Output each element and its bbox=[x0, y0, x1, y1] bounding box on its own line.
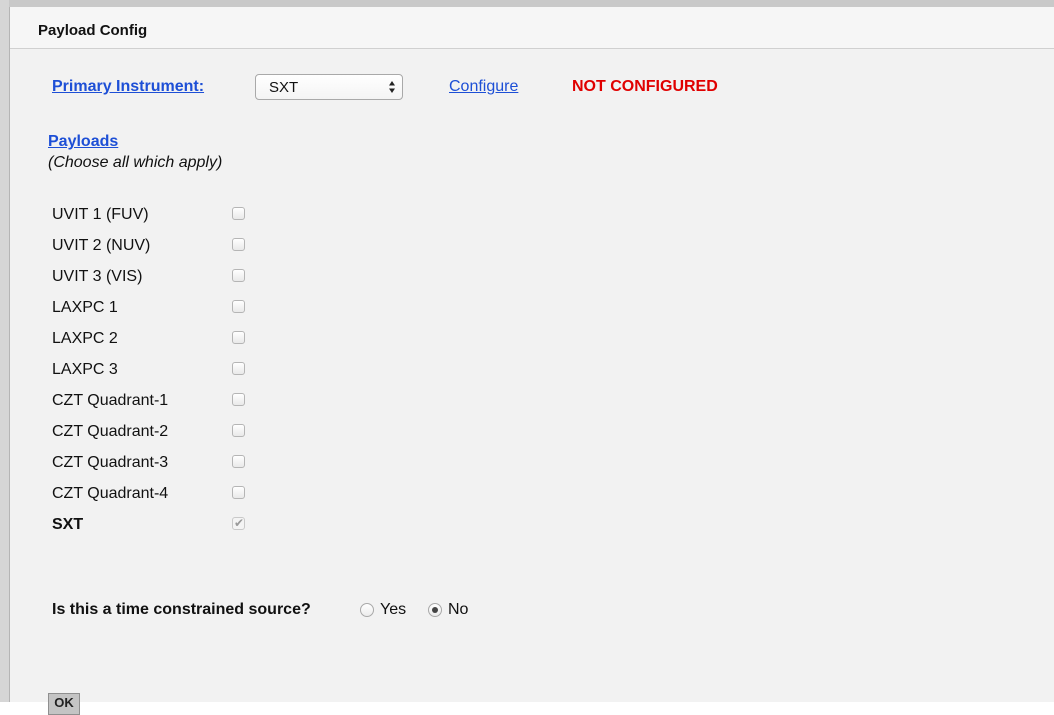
payload-checkbox-uvit1[interactable] bbox=[232, 207, 245, 220]
payloads-hint: (Choose all which apply) bbox=[48, 154, 223, 171]
payload-row-laxpc1: LAXPC 1 bbox=[52, 296, 262, 322]
payload-label: UVIT 1 (FUV) bbox=[52, 206, 149, 223]
payload-label: CZT Quadrant-4 bbox=[52, 485, 169, 502]
left-gutter bbox=[0, 0, 9, 702]
payload-config-panel: Payload Config Primary Instrument: SXT C… bbox=[9, 7, 1054, 715]
payload-label: LAXPC 1 bbox=[52, 299, 118, 316]
payload-row-czt1: CZT Quadrant-1 bbox=[52, 389, 262, 415]
payload-row-czt3: CZT Quadrant-3 bbox=[52, 451, 262, 477]
configuration-status: NOT CONFIGURED bbox=[572, 78, 718, 95]
payload-row-uvit2: UVIT 2 (NUV) bbox=[52, 234, 262, 260]
primary-instrument-select[interactable]: SXT bbox=[255, 74, 403, 100]
payload-row-laxpc3: LAXPC 3 bbox=[52, 358, 262, 384]
payload-checkbox-laxpc2[interactable] bbox=[232, 331, 245, 344]
payload-checkbox-czt3[interactable] bbox=[232, 455, 245, 468]
window-top-border bbox=[0, 0, 1054, 7]
ok-button[interactable]: OK bbox=[48, 693, 80, 715]
panel-header bbox=[10, 7, 1054, 49]
payload-label: LAXPC 2 bbox=[52, 330, 118, 347]
payload-label: CZT Quadrant-1 bbox=[52, 392, 169, 409]
panel-title: Payload Config bbox=[38, 22, 148, 39]
payload-label: UVIT 2 (NUV) bbox=[52, 237, 151, 254]
payload-row-uvit3: UVIT 3 (VIS) bbox=[52, 265, 262, 291]
payload-label: UVIT 3 (VIS) bbox=[52, 268, 143, 285]
radio-selected-dot bbox=[432, 607, 438, 613]
time-constraint-yes-label: Yes bbox=[380, 601, 407, 618]
payload-checkbox-czt1[interactable] bbox=[232, 393, 245, 406]
configure-link[interactable]: Configure bbox=[449, 78, 518, 96]
time-constraint-no-label: No bbox=[448, 601, 469, 618]
payload-checkbox-uvit3[interactable] bbox=[232, 269, 245, 282]
payload-checkbox-uvit2[interactable] bbox=[232, 238, 245, 251]
primary-instrument-value: SXT bbox=[269, 79, 299, 96]
payload-row-laxpc2: LAXPC 2 bbox=[52, 327, 262, 353]
payload-label: CZT Quadrant-2 bbox=[52, 423, 169, 440]
payload-row-czt2: CZT Quadrant-2 bbox=[52, 420, 262, 446]
payload-checkbox-sxt[interactable]: ✔ bbox=[232, 516, 245, 530]
check-icon: ✔ bbox=[234, 516, 245, 530]
payload-checkbox-laxpc3[interactable] bbox=[232, 362, 245, 375]
payload-label: LAXPC 3 bbox=[52, 361, 118, 378]
payloads-link[interactable]: Payloads bbox=[48, 133, 118, 151]
time-constraint-no-radio[interactable] bbox=[428, 603, 442, 617]
payload-row-czt4: CZT Quadrant-4 bbox=[52, 482, 262, 508]
payload-checkbox-laxpc1[interactable] bbox=[232, 300, 245, 313]
time-constraint-yes-radio[interactable] bbox=[360, 603, 374, 617]
primary-instrument-link[interactable]: Primary Instrument: bbox=[52, 78, 204, 96]
select-updown-icon bbox=[389, 81, 395, 93]
time-constraint-question: Is this a time constrained source? bbox=[52, 601, 311, 618]
payload-row-uvit1: UVIT 1 (FUV) bbox=[52, 203, 262, 229]
payload-label: CZT Quadrant-3 bbox=[52, 454, 169, 471]
payload-checkbox-czt4[interactable] bbox=[232, 486, 245, 499]
payload-label: SXT bbox=[52, 516, 84, 533]
payload-checkbox-czt2[interactable] bbox=[232, 424, 245, 437]
payload-row-sxt: SXT ✔ bbox=[52, 513, 262, 539]
